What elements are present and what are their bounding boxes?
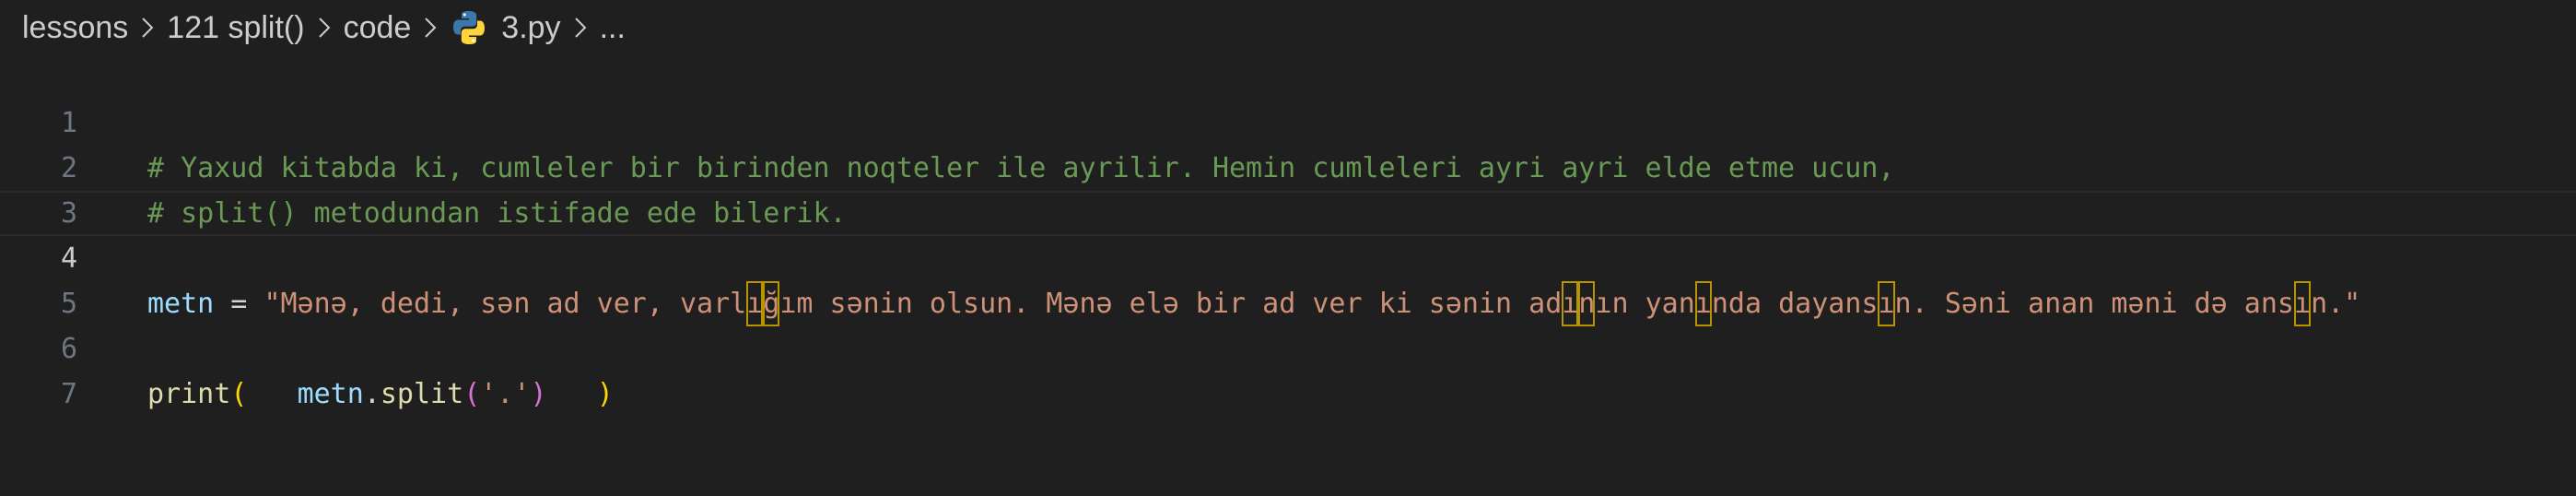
chevron-right-icon <box>415 9 446 46</box>
method-token: split <box>380 378 464 410</box>
variable-token: metn <box>297 378 364 410</box>
bracket-token: ( <box>230 378 248 410</box>
dot-token: . <box>363 378 381 410</box>
function-token: print <box>147 378 231 410</box>
code-line[interactable]: 6 print( metn.split('.') ) <box>0 281 2576 410</box>
bracket-token: ( <box>463 378 481 410</box>
code-editor[interactable]: 1 # Yaxud kitabda ki, cumleler bir birin… <box>0 55 2576 496</box>
line-number: 7 <box>60 378 77 410</box>
current-code-line[interactable]: 4 metn = "Mənə, dedi, sən ad ver, varlığ… <box>0 191 2576 320</box>
code-line[interactable]: 5 <box>0 236 2576 320</box>
code-line[interactable]: 1 # Yaxud kitabda ki, cumleler bir birin… <box>0 55 2576 184</box>
breadcrumb-item-symbols[interactable]: ... <box>600 10 626 46</box>
breadcrumb: lessons 121 split() code 3.py ... <box>0 0 626 55</box>
code-line[interactable]: 7 <box>0 326 2576 410</box>
breadcrumb-item-split[interactable]: 121 split() <box>167 10 304 46</box>
bracket-token: ) <box>530 378 547 410</box>
code-line[interactable]: 3 <box>0 146 2576 230</box>
string-token: '.' <box>480 378 531 410</box>
breadcrumb-item-file[interactable]: 3.py <box>501 10 560 46</box>
breadcrumb-item-lessons[interactable]: lessons <box>22 10 128 46</box>
bracket-token: ) <box>596 378 614 410</box>
chevron-right-icon <box>565 9 596 46</box>
code-line[interactable]: 2 # split() metodundan istifade ede bile… <box>0 100 2576 230</box>
chevron-right-icon <box>309 9 340 46</box>
chevron-right-icon <box>132 9 163 46</box>
code-content: print( metn.split('.') ) <box>147 372 614 417</box>
breadcrumb-item-code[interactable]: code <box>344 10 412 46</box>
python-icon <box>450 8 488 47</box>
